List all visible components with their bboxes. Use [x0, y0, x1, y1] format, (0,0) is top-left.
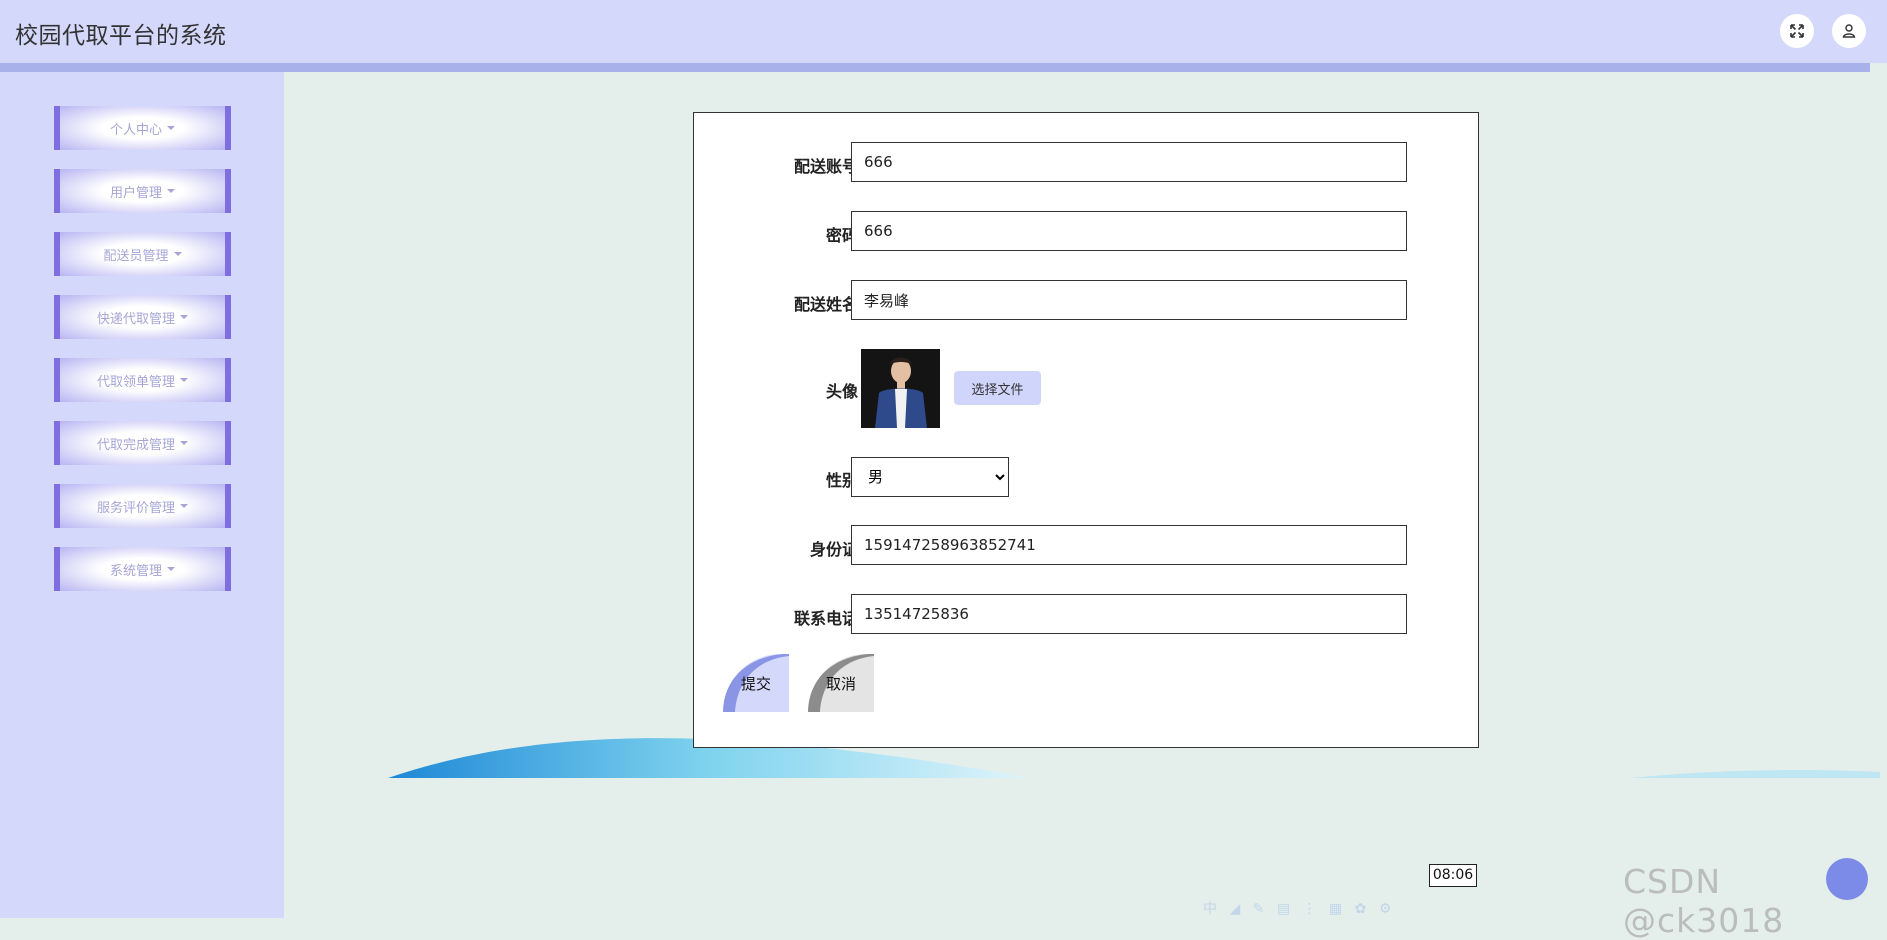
avatar-label: 头像	[825, 382, 858, 401]
sidebar-item-label: 快递代取管理	[96, 311, 175, 327]
caret-down-icon	[180, 315, 188, 319]
account-input[interactable]	[851, 142, 1407, 182]
sidebar-item-label: 代取领单管理	[96, 374, 175, 390]
user-icon[interactable]	[1832, 14, 1866, 48]
sidebar: 个人中心 用户管理 配送员管理 快递代取管理 代取领单管理 代取完成管理 服务评…	[0, 72, 284, 918]
cancel-label: 取消	[825, 674, 856, 693]
csdn-watermark: CSDN @ck3018	[1623, 862, 1785, 940]
sidebar-item-user-management[interactable]: 用户管理	[54, 169, 231, 213]
gender-label: 性别	[825, 471, 858, 490]
choose-file-button[interactable]: 选择文件	[954, 371, 1041, 405]
ime-mode-label: 中	[1203, 901, 1221, 917]
caret-down-icon	[167, 126, 175, 130]
sidebar-item-label: 用户管理	[109, 185, 162, 201]
sidebar-item-label: 系统管理	[109, 563, 162, 579]
submit-label: 提交	[740, 674, 771, 693]
gender-select[interactable]: 男	[851, 457, 1009, 497]
sidebar-item-order-claim-management[interactable]: 代取领单管理	[54, 358, 231, 402]
sidebar-item-label: 代取完成管理	[96, 437, 175, 453]
person-icon	[1842, 24, 1856, 38]
sidebar-item-courier-management[interactable]: 配送员管理	[54, 232, 231, 276]
expand-arrows-icon	[1790, 24, 1804, 38]
sidebar-item-express-pickup-management[interactable]: 快递代取管理	[54, 295, 231, 339]
clock-tooltip: 08:06	[1429, 864, 1477, 887]
sidebar-item-label: 服务评价管理	[96, 500, 175, 516]
caret-down-icon	[167, 567, 175, 571]
caret-down-icon	[173, 252, 182, 256]
phone-input[interactable]	[851, 594, 1407, 634]
phone-label: 联系电话	[793, 609, 858, 628]
sidebar-item-review-management[interactable]: 服务评价管理	[54, 484, 231, 528]
avatar-portrait-icon	[861, 349, 940, 428]
name-label: 配送姓名	[793, 295, 858, 314]
sidebar-item-completion-management[interactable]: 代取完成管理	[54, 421, 231, 465]
caret-down-icon	[167, 189, 175, 193]
cancel-button[interactable]: 取消	[808, 654, 874, 712]
top-header: 校园代取平台的系统	[0, 0, 1887, 63]
fullscreen-icon[interactable]	[1780, 14, 1814, 48]
name-input[interactable]	[851, 280, 1407, 320]
idcard-input[interactable]	[851, 525, 1407, 565]
sidebar-item-personal-center[interactable]: 个人中心	[54, 106, 231, 150]
sidebar-item-label: 个人中心	[109, 122, 162, 138]
account-label: 配送账号	[793, 157, 858, 176]
avatar-image	[861, 349, 940, 428]
caret-down-icon	[180, 378, 188, 382]
sidebar-item-system-management[interactable]: 系统管理	[54, 547, 231, 591]
app-title: 校园代取平台的系统	[15, 23, 227, 49]
ime-toolbar[interactable]: 中 ◢ ✎ ▤ ⋮ ▦ ✿ ⚙	[1203, 898, 1403, 917]
password-label: 密码	[825, 226, 858, 245]
header-stripe	[0, 63, 1870, 72]
courier-edit-form: 配送账号 密码 配送姓名 头像 选择文件 性别 男 身份证 联系电话 提交 取消	[693, 112, 1479, 748]
password-input[interactable]	[851, 211, 1407, 251]
submit-button[interactable]: 提交	[723, 654, 789, 712]
caret-down-icon	[180, 441, 188, 445]
caret-down-icon	[180, 504, 188, 508]
sidebar-item-label: 配送员管理	[103, 248, 169, 264]
idcard-label: 身份证	[809, 540, 858, 559]
